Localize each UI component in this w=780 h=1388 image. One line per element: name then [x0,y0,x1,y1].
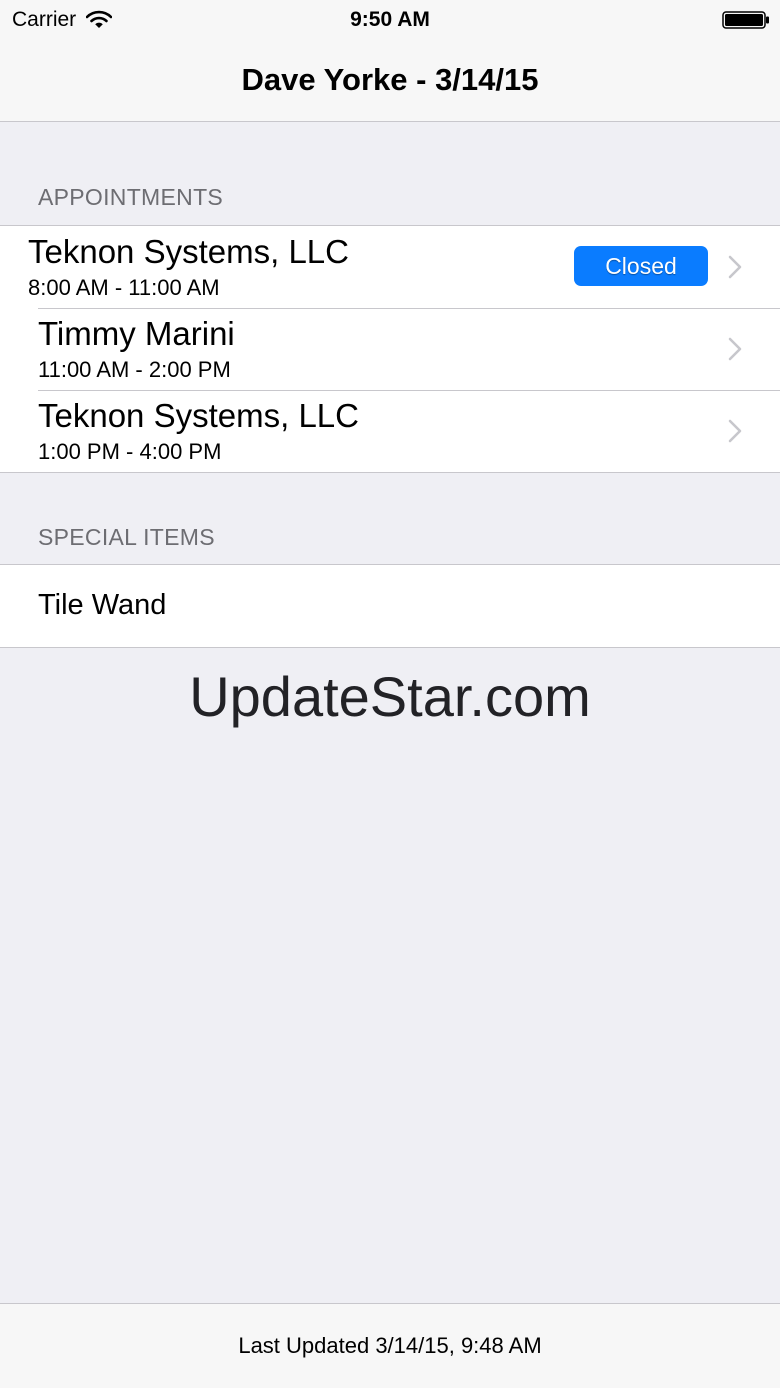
appointment-time: 8:00 AM - 11:00 AM [28,275,220,300]
status-bar-time: 9:50 AM [350,8,430,31]
appointment-row[interactable]: Teknon Systems, LLC 8:00 AM - 11:00 AM C… [0,226,780,308]
watermark: UpdateStar.com [189,665,591,728]
page-title: Dave Yorke - 3/14/15 [241,62,539,97]
section-header-special-items: SPECIAL ITEMS [38,524,215,550]
battery-icon [722,11,769,29]
appointment-title: Teknon Systems, LLC [38,397,359,434]
navigation-bar: Carrier 9:50 AM Dave Yorke - 3/14/15 [0,0,780,122]
appointments-list: Teknon Systems, LLC 8:00 AM - 11:00 AM C… [0,225,780,473]
appointment-time: 1:00 PM - 4:00 PM [38,439,222,464]
appointment-title: Teknon Systems, LLC [28,233,349,270]
special-item-label: Tile Wand [38,589,167,621]
last-updated-label: Last Updated 3/14/15, 9:48 AM [238,1333,542,1358]
appointment-title: Timmy Marini [38,315,235,352]
bottom-toolbar: Last Updated 3/14/15, 9:48 AM [0,1303,780,1388]
status-badge: Closed [574,246,708,286]
chevron-right-icon [728,419,742,443]
chevron-right-icon [728,337,742,361]
special-items-list: Tile Wand [0,564,780,648]
special-item-row[interactable]: Tile Wand [0,565,780,647]
appointment-time: 11:00 AM - 2:00 PM [38,357,231,382]
appointment-row[interactable]: Timmy Marini 11:00 AM - 2:00 PM [0,308,780,390]
chevron-right-icon [728,255,742,279]
appointment-row[interactable]: Teknon Systems, LLC 1:00 PM - 4:00 PM [0,390,780,472]
section-header-appointments: APPOINTMENTS [38,184,224,210]
